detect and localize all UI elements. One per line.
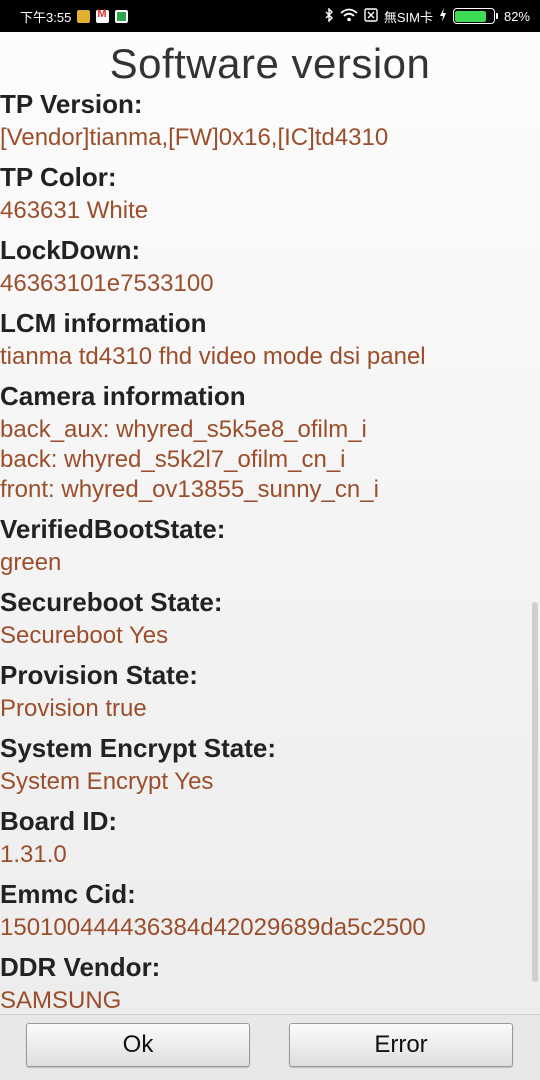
info-section: LCM information tianma td4310 fhd video m… <box>0 305 530 378</box>
info-section: DDR Vendor: SAMSUNG <box>0 949 530 1016</box>
info-section: LockDown: 46363101e7533100 <box>0 232 530 305</box>
status-bar-left: 下午3:55 <box>20 7 129 26</box>
info-value: green <box>0 549 62 576</box>
info-label: TP Color: <box>0 162 117 192</box>
ok-button[interactable]: Ok <box>26 1023 250 1067</box>
no-sim-icon <box>364 8 378 24</box>
info-section: Secureboot State: Secureboot Yes <box>0 584 530 657</box>
page-title: Software version <box>109 40 431 87</box>
info-list[interactable]: TP Version: [Vendor]tianma,[FW]0x16,[IC]t… <box>0 86 530 1016</box>
info-value: front: whyred_ov13855_sunny_cn_i <box>0 476 379 503</box>
info-label: Provision State: <box>0 660 198 690</box>
status-bar: 下午3:55 無SIM卡 82% <box>0 0 540 32</box>
info-value: SAMSUNG <box>0 987 122 1014</box>
info-section: System Encrypt State: System Encrypt Yes <box>0 730 530 803</box>
info-label: LCM information <box>0 308 207 338</box>
bluetooth-icon <box>324 7 334 24</box>
info-value: 463631 White <box>0 197 149 224</box>
app-notification-icon <box>115 9 129 23</box>
scrollbar[interactable] <box>532 602 538 982</box>
info-value: Secureboot Yes <box>0 622 169 649</box>
photo-notification-icon <box>77 9 91 23</box>
sim-status: 無SIM卡 <box>383 9 433 25</box>
battery-percent: 82% <box>503 8 530 24</box>
status-time: 下午3:55 <box>20 9 72 25</box>
battery-icon <box>452 8 498 24</box>
info-value: 46363101e7533100 <box>0 270 214 297</box>
info-value: back: whyred_s5k2l7_ofilm_cn_i <box>0 446 346 473</box>
status-bar-right: 無SIM卡 82% <box>324 7 530 26</box>
info-value: 150100444436384d42029689da5c2500 <box>0 914 426 941</box>
info-section: VerifiedBootState: green <box>0 511 530 584</box>
gmail-icon <box>96 8 110 23</box>
info-section: Board ID: 1.31.0 <box>0 803 530 876</box>
info-value: System Encrypt Yes <box>0 768 214 795</box>
info-label: System Encrypt State: <box>0 733 276 763</box>
info-label: Emmc Cid: <box>0 879 136 909</box>
info-label: LockDown: <box>0 235 141 265</box>
button-bar: Ok Error <box>0 1014 540 1080</box>
error-button[interactable]: Error <box>289 1023 513 1067</box>
info-label: TP Version: <box>0 89 143 119</box>
info-section: TP Version: [Vendor]tianma,[FW]0x16,[IC]t… <box>0 86 530 159</box>
info-value: back_aux: whyred_s5k5e8_ofilm_i <box>0 416 367 443</box>
info-value: tianma td4310 fhd video mode dsi panel <box>0 343 426 370</box>
info-section: TP Color: 463631 White <box>0 159 530 232</box>
wifi-icon <box>340 8 358 24</box>
info-value: Provision true <box>0 695 147 722</box>
info-section: Emmc Cid: 150100444436384d42029689da5c250… <box>0 876 530 949</box>
info-section: Provision State: Provision true <box>0 657 530 730</box>
charging-icon <box>439 8 447 24</box>
info-value: 1.31.0 <box>0 841 67 868</box>
info-label: Secureboot State: <box>0 587 223 617</box>
info-label: DDR Vendor: <box>0 952 161 982</box>
info-label: Board ID: <box>0 806 117 836</box>
info-label: Camera information <box>0 381 246 411</box>
info-value: [Vendor]tianma,[FW]0x16,[IC]td4310 <box>0 124 389 151</box>
info-label: VerifiedBootState: <box>0 514 226 544</box>
info-section: Camera information back_aux: whyred_s5k5e… <box>0 378 530 511</box>
